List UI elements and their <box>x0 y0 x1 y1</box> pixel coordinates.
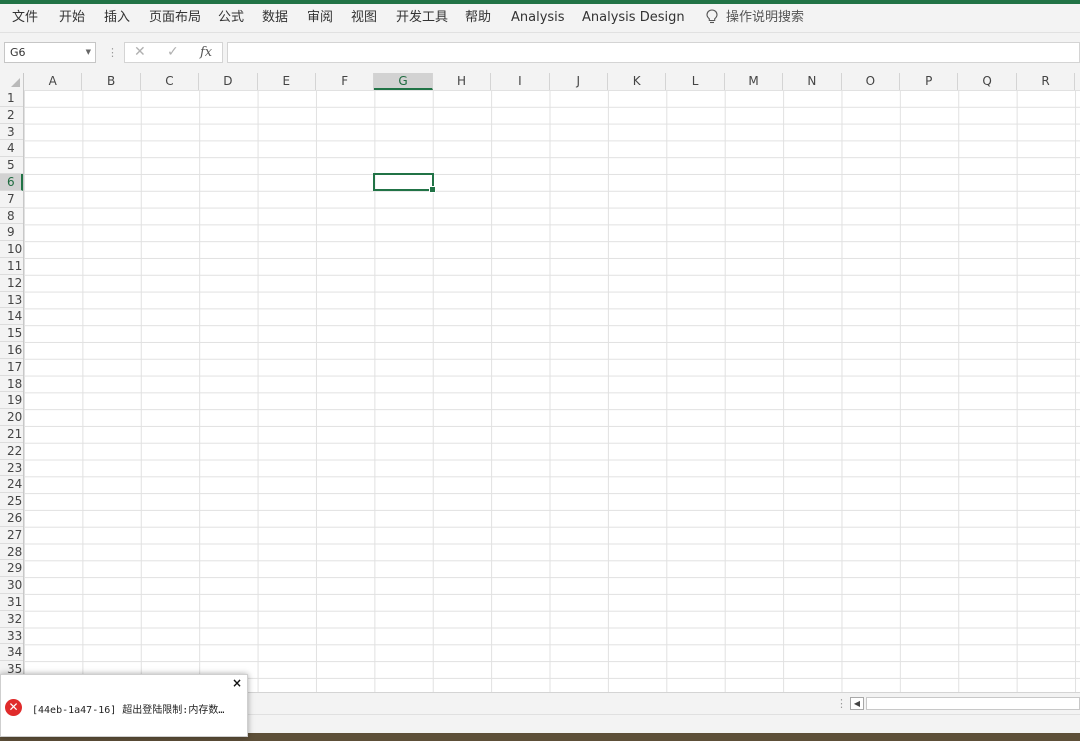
row-header[interactable]: 1 <box>0 90 23 107</box>
row-header[interactable]: 14 <box>0 308 23 326</box>
row-header[interactable]: 17 <box>0 359 23 376</box>
row-header[interactable]: 23 <box>0 460 23 477</box>
column-header[interactable]: Q <box>958 73 1017 90</box>
tab-page-layout[interactable]: 页面布局 <box>149 8 201 28</box>
row-header[interactable]: 16 <box>0 342 23 359</box>
row-header[interactable]: 15 <box>0 325 23 342</box>
column-headers: ABCDEFGHIJKLMNOPQR <box>0 73 1080 91</box>
formula-bar: G6 ▼ ⋮ ✕ ✓ fx <box>0 33 1080 73</box>
chevron-down-icon[interactable]: ▼ <box>86 43 91 62</box>
tab-file[interactable]: 文件 <box>12 8 38 28</box>
row-header[interactable]: 28 <box>0 544 23 561</box>
close-icon[interactable]: × <box>232 676 242 690</box>
row-header[interactable]: 19 <box>0 392 23 410</box>
column-header[interactable]: I <box>491 73 550 90</box>
insert-function-button[interactable]: fx <box>200 43 212 62</box>
splitter-handle[interactable]: ⋮ <box>836 697 847 710</box>
error-notification: × ✕ [44eb-1a47-16] 超出登陆限制:内存数… <box>0 674 248 737</box>
name-box-value: G6 <box>10 46 26 59</box>
column-header[interactable]: N <box>783 73 842 90</box>
more-icon[interactable]: ⋮ <box>107 42 118 63</box>
tab-insert[interactable]: 插入 <box>104 8 130 28</box>
row-header[interactable]: 27 <box>0 527 23 544</box>
tab-view[interactable]: 视图 <box>351 8 377 28</box>
column-header[interactable]: P <box>900 73 959 90</box>
row-header[interactable]: 34 <box>0 644 23 662</box>
column-header[interactable]: A <box>24 73 83 90</box>
tab-home[interactable]: 开始 <box>59 8 85 28</box>
row-header[interactable]: 30 <box>0 577 23 594</box>
name-box[interactable]: G6 ▼ <box>4 42 96 63</box>
tell-me-search[interactable]: 操作说明搜索 <box>706 8 804 28</box>
error-icon: ✕ <box>5 699 22 716</box>
tab-help[interactable]: 帮助 <box>465 8 491 28</box>
horizontal-scrollbar[interactable] <box>866 697 1080 710</box>
active-cell[interactable] <box>373 173 436 193</box>
row-headers: 1 2 3 4 5 6 7 8 9 10 11 12 13 14 15 16 17 18 19 20 21 22 23 24 2… <box>0 90 24 692</box>
column-header[interactable]: G <box>374 73 433 90</box>
row-header[interactable]: 18 <box>0 376 23 393</box>
row-header[interactable]: 11 <box>0 258 23 275</box>
row-header[interactable]: 20 <box>0 409 23 426</box>
column-header[interactable]: O <box>842 73 900 90</box>
row-header[interactable]: 10 <box>0 241 23 258</box>
row-header[interactable]: 5 <box>0 157 23 174</box>
tab-analysis[interactable]: Analysis <box>511 8 565 28</box>
column-header[interactable]: H <box>433 73 492 90</box>
row-header[interactable]: 25 <box>0 493 23 510</box>
column-header[interactable]: D <box>199 73 258 90</box>
row-header[interactable]: 13 <box>0 292 23 309</box>
row-header[interactable]: 6 <box>0 174 23 191</box>
error-message: [44eb-1a47-16] 超出登陆限制:内存数… <box>32 705 225 716</box>
column-header[interactable]: B <box>82 73 141 90</box>
tell-me-label: 操作说明搜索 <box>726 10 805 25</box>
row-header[interactable]: 26 <box>0 510 23 527</box>
row-header[interactable]: 3 <box>0 124 23 141</box>
column-header[interactable]: J <box>550 73 608 90</box>
row-header[interactable]: 7 <box>0 191 23 208</box>
worksheet: ABCDEFGHIJKLMNOPQR 1 2 3 4 5 6 7 8 9 10 11 12 13 14 15… <box>0 73 1080 692</box>
row-header[interactable]: 29 <box>0 560 23 578</box>
scroll-left-button[interactable]: ◀ <box>850 697 864 710</box>
row-header[interactable]: 32 <box>0 611 23 628</box>
column-header[interactable]: L <box>666 73 725 90</box>
formula-buttons: ✕ ✓ fx <box>124 42 223 63</box>
formula-input[interactable] <box>227 42 1080 63</box>
row-header[interactable]: 24 <box>0 476 23 494</box>
column-header[interactable]: K <box>608 73 667 90</box>
row-header[interactable]: 4 <box>0 140 23 158</box>
cancel-icon[interactable]: ✕ <box>134 43 146 62</box>
tab-developer[interactable]: 开发工具 <box>396 8 448 28</box>
row-header[interactable]: 2 <box>0 107 23 124</box>
select-all-button[interactable] <box>0 73 24 90</box>
row-header[interactable]: 21 <box>0 426 23 443</box>
column-header[interactable]: F <box>316 73 375 90</box>
row-header[interactable]: 12 <box>0 275 23 292</box>
column-header[interactable]: C <box>141 73 200 90</box>
tab-analysis-design[interactable]: Analysis Design <box>582 8 685 28</box>
lightbulb-icon <box>706 9 718 24</box>
row-header[interactable]: 8 <box>0 208 23 225</box>
row-header[interactable]: 31 <box>0 594 23 611</box>
cell-grid[interactable] <box>24 90 1080 692</box>
tab-review[interactable]: 审阅 <box>307 8 333 28</box>
fill-handle[interactable] <box>429 186 436 193</box>
row-header[interactable]: 9 <box>0 224 23 242</box>
tab-data[interactable]: 数据 <box>262 8 288 28</box>
row-header[interactable]: 22 <box>0 443 23 460</box>
tab-formulas[interactable]: 公式 <box>218 8 244 28</box>
column-header[interactable]: R <box>1017 73 1076 90</box>
enter-icon[interactable]: ✓ <box>167 43 179 62</box>
column-header[interactable]: E <box>258 73 316 90</box>
row-header[interactable]: 33 <box>0 628 23 645</box>
column-header[interactable]: M <box>725 73 784 90</box>
ribbon-tabs: 文件 开始 插入 页面布局 公式 数据 审阅 视图 开发工具 帮助 Analys… <box>0 4 1080 33</box>
